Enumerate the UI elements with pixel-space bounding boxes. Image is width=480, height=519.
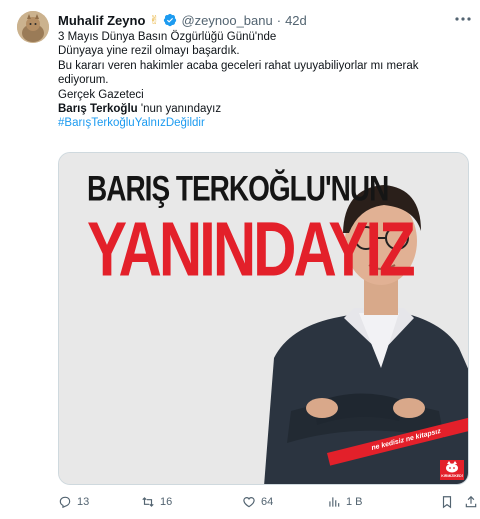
share-button[interactable]	[464, 495, 478, 509]
brand-logo: KIRMIZIKEDİ	[440, 460, 464, 480]
heart-icon	[243, 497, 255, 508]
more-options-icon[interactable]	[454, 12, 472, 26]
views-chart-icon	[329, 497, 340, 507]
brand-text: KIRMIZIKEDİ	[441, 474, 463, 478]
retweet-button[interactable]: 16	[141, 495, 172, 509]
tweet-text-line: ediyorum.	[58, 74, 109, 87]
hashtag-link[interactable]: #BarışTerkoğluYalnızDeğildir	[58, 116, 468, 130]
tweet-text-line: 3 Mayıs Dünya Basın Özgürlüğü Günü'nde	[58, 31, 277, 43]
reply-icon	[59, 496, 71, 509]
tweet-media-image[interactable]: BARIŞ TERKOĞLU'NUN YANINDAYIZ ne kedisiz…	[58, 152, 469, 485]
tweet-text: 3 Mayıs Dünya Basın Özgürlüğü Günü'nde D…	[58, 30, 468, 131]
reply-count: 13	[77, 496, 90, 508]
tweet-actions: 13 16 64 1 B	[58, 495, 478, 513]
tweet-header: Muhalif Zeyno ✌ @zeynoo_banu · 42d	[58, 10, 307, 30]
victory-hand-emoji: ✌	[149, 13, 160, 27]
views-button[interactable]: 1 B	[327, 495, 363, 509]
media-headline-main: YANINDAYIZ	[87, 206, 416, 293]
mention-rest: 'nun yanındayız	[137, 103, 222, 116]
tweet-text-line: Dünyaya yine rezil olmayı başardık.	[58, 45, 240, 58]
verified-badge-icon	[163, 13, 177, 27]
tweet-timestamp[interactable]: 42d	[285, 13, 307, 28]
media-headline-top: BARIŞ TERKOĞLU'NUN	[87, 169, 389, 208]
bookmark-icon	[442, 496, 452, 509]
retweet-icon	[142, 497, 154, 507]
retweet-count: 16	[160, 496, 173, 508]
tweet: Muhalif Zeyno ✌ @zeynoo_banu · 42d 3 May…	[0, 0, 480, 519]
avatar[interactable]	[17, 11, 49, 43]
mention-name: Barış Terkoğlu	[58, 103, 138, 116]
mention-line: Barış Terkoğlu 'nun yanındayız	[58, 102, 468, 116]
separator-dot: ·	[276, 12, 282, 28]
author-name[interactable]: Muhalif Zeyno	[58, 13, 145, 28]
share-icon	[465, 495, 477, 508]
bookmark-button[interactable]	[440, 495, 454, 509]
reply-button[interactable]: 13	[58, 495, 89, 509]
tweet-text-line: Gerçek Gazeteci	[58, 88, 144, 101]
like-button[interactable]: 64	[242, 495, 273, 509]
views-count: 1 B	[346, 496, 363, 508]
like-count: 64	[261, 496, 274, 508]
author-handle[interactable]: @zeynoo_banu	[181, 13, 272, 28]
tweet-text-line: Bu kararı veren hakimler acaba geceleri …	[58, 59, 419, 72]
